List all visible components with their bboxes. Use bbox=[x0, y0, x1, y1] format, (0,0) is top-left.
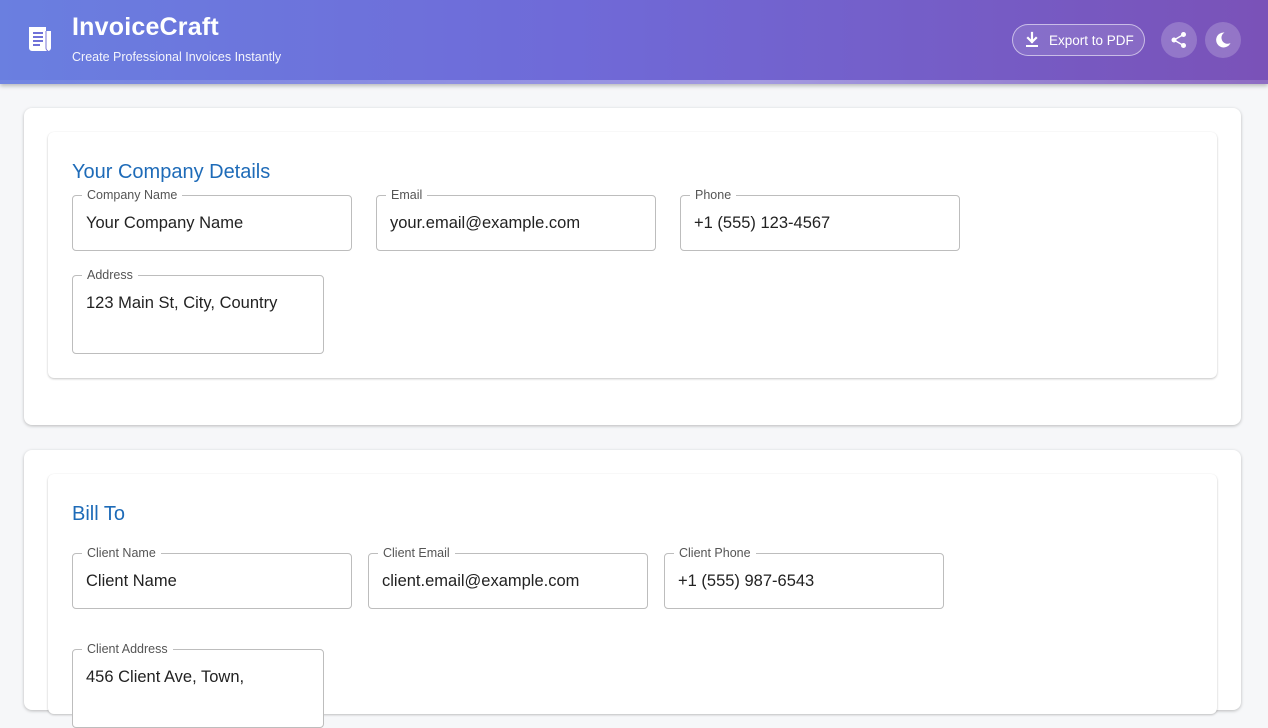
client-phone-value: +1 (555) 987-6543 bbox=[678, 572, 815, 590]
share-icon bbox=[1171, 32, 1186, 48]
company-email-field[interactable]: Email your.email@example.com bbox=[376, 188, 656, 251]
company-email-value: your.email@example.com bbox=[390, 214, 581, 232]
company-address-label: Address bbox=[82, 268, 138, 282]
client-name-value: Client Name bbox=[86, 572, 177, 590]
client-phone-label: Client Phone bbox=[674, 546, 756, 560]
client-address-field[interactable]: Client Address 456 Client Ave, Town, bbox=[72, 642, 324, 728]
share-button[interactable] bbox=[1161, 22, 1197, 58]
company-section: Your Company Details Company Name Your C… bbox=[24, 108, 1241, 425]
company-phone-label: Phone bbox=[690, 188, 737, 202]
header-accent-line bbox=[0, 80, 1268, 84]
client-name-label: Client Name bbox=[82, 546, 161, 560]
company-address-field[interactable]: Address 123 Main St, City, Country bbox=[72, 268, 324, 354]
export-pdf-button[interactable]: Export to PDF bbox=[1012, 24, 1145, 56]
theme-toggle-button[interactable] bbox=[1205, 22, 1241, 58]
client-section: Bill To Client Name Client Name Client E… bbox=[24, 450, 1241, 728]
app-header: InvoiceCraft Create Professional Invoice… bbox=[0, 0, 1268, 84]
company-details-card: Your Company Details Company Name Your C… bbox=[48, 132, 1217, 378]
bill-to-heading: Bill To bbox=[72, 503, 125, 525]
download-icon bbox=[1026, 31, 1038, 47]
company-name-field[interactable]: Company Name Your Company Name bbox=[72, 188, 352, 251]
client-email-label: Client Email bbox=[378, 546, 455, 560]
receipt-icon bbox=[29, 27, 51, 52]
client-name-field[interactable]: Client Name Client Name bbox=[72, 546, 352, 609]
company-name-value: Your Company Name bbox=[86, 214, 244, 232]
company-name-label: Company Name bbox=[82, 188, 183, 202]
bill-to-card: Bill To Client Name Client Name Client E… bbox=[48, 474, 1217, 728]
company-email-label: Email bbox=[386, 188, 428, 202]
app-title: InvoiceCraft bbox=[72, 13, 219, 41]
export-pdf-label: Export to PDF bbox=[1049, 32, 1134, 48]
app-subtitle: Create Professional Invoices Instantly bbox=[72, 50, 282, 64]
company-phone-value: +1 (555) 123-4567 bbox=[694, 214, 831, 232]
client-phone-field[interactable]: Client Phone +1 (555) 987-6543 bbox=[664, 546, 944, 609]
company-address-value: 123 Main St, City, Country bbox=[86, 294, 278, 312]
client-email-value: client.email@example.com bbox=[382, 572, 580, 590]
client-email-field[interactable]: Client Email client.email@example.com bbox=[368, 546, 648, 609]
client-address-value: 456 Client Ave, Town, bbox=[86, 668, 245, 686]
client-address-label: Client Address bbox=[82, 642, 173, 656]
company-details-heading: Your Company Details bbox=[72, 161, 271, 183]
moon-icon bbox=[1216, 32, 1231, 48]
company-phone-field[interactable]: Phone +1 (555) 123-4567 bbox=[680, 188, 960, 251]
